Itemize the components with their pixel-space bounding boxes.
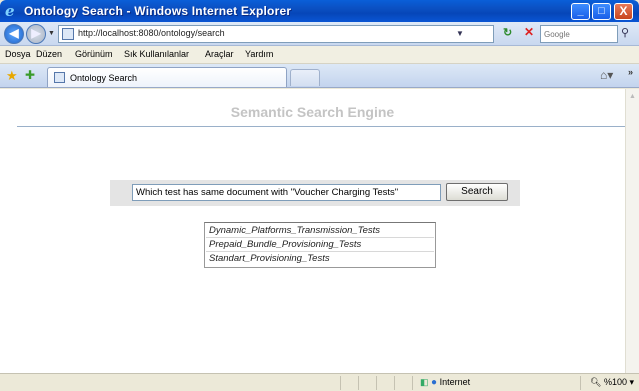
tab-label: Ontology Search xyxy=(70,73,138,83)
status-divider xyxy=(376,376,377,390)
window-title: Ontology Search - Windows Internet Explo… xyxy=(24,4,292,18)
search-icon[interactable]: ⚲ xyxy=(621,26,629,39)
query-input-value: Which test has same document with "Vouch… xyxy=(136,187,399,198)
menu-bar: Dosya Düzen Görünüm Sık Kullanılanlar Ar… xyxy=(0,46,639,64)
tab-bar: ★ ✚ Ontology Search ⌂▾ » xyxy=(0,64,639,88)
menu-tools[interactable]: Araçlar xyxy=(205,49,234,59)
query-input[interactable]: Which test has same document with "Vouch… xyxy=(132,184,441,201)
favorites-star-icon[interactable]: ★ xyxy=(6,68,18,84)
menu-file[interactable]: Dosya xyxy=(5,49,31,59)
stop-icon[interactable]: ✕ xyxy=(524,25,534,39)
address-toolbar: ◀ ▶ ▼ http://localhost:8080/ontology/sea… xyxy=(0,22,639,46)
zone-label: Internet xyxy=(439,377,471,387)
web-search-input[interactable] xyxy=(544,28,616,40)
toolbar-overflow-icon[interactable]: » xyxy=(628,67,633,77)
status-divider xyxy=(580,376,581,390)
page-favicon-icon xyxy=(62,28,74,40)
history-dropdown-icon[interactable]: ▼ xyxy=(48,30,55,37)
result-item[interactable]: Prepaid_Bundle_Provisioning_Tests xyxy=(206,238,434,252)
back-button[interactable]: ◀ xyxy=(4,24,24,44)
menu-view[interactable]: Görünüm xyxy=(75,49,113,59)
zoom-level: %100 xyxy=(603,377,627,387)
close-button[interactable]: X xyxy=(614,3,633,20)
window-titlebar[interactable]: e Ontology Search - Windows Internet Exp… xyxy=(0,0,639,22)
search-button[interactable]: Search xyxy=(446,183,508,201)
tab-ontology-search[interactable]: Ontology Search xyxy=(47,67,287,87)
menu-favorites[interactable]: Sık Kullanılanlar xyxy=(124,49,189,59)
address-dropdown-icon[interactable]: ▼ xyxy=(456,29,464,38)
refresh-icon[interactable]: ↻ xyxy=(503,26,512,39)
home-icon[interactable]: ⌂▾ xyxy=(600,68,613,82)
results-list: Dynamic_Platforms_Transmission_Tests Pre… xyxy=(204,222,436,268)
status-divider xyxy=(412,376,413,390)
status-divider xyxy=(340,376,341,390)
tab-favicon-icon xyxy=(54,72,65,83)
status-divider xyxy=(358,376,359,390)
globe-icon: ● xyxy=(431,377,438,388)
forward-button[interactable]: ▶ xyxy=(26,24,46,44)
scroll-up-icon[interactable]: ▲ xyxy=(629,93,636,100)
ie-logo-icon: e xyxy=(5,2,15,20)
menu-help[interactable]: Yardım xyxy=(245,49,273,59)
new-tab-button[interactable] xyxy=(290,69,320,86)
security-zone[interactable]: ◧ ● Internet xyxy=(420,377,470,388)
protected-mode-icon: ◧ xyxy=(420,377,429,387)
result-item[interactable]: Standart_Provisioning_Tests xyxy=(206,252,434,266)
page-title: Semantic Search Engine xyxy=(230,104,395,120)
status-bar: ◧ ● Internet 🔍︎ %100 ▾ xyxy=(0,373,639,391)
result-item[interactable]: Dynamic_Platforms_Transmission_Tests xyxy=(206,224,434,238)
maximize-button[interactable]: □ xyxy=(592,3,611,20)
title-divider xyxy=(17,126,625,127)
address-url[interactable]: http://localhost:8080/ontology/search xyxy=(78,28,225,38)
add-favorite-icon[interactable]: ✚ xyxy=(25,68,35,82)
minimize-button[interactable]: _ xyxy=(571,3,590,20)
zoom-icon: 🔍︎ xyxy=(590,377,602,387)
address-field[interactable]: http://localhost:8080/ontology/search ▼ xyxy=(58,25,494,43)
menu-edit[interactable]: Düzen xyxy=(36,49,62,59)
status-divider xyxy=(394,376,395,390)
zoom-control[interactable]: 🔍︎ %100 ▾ xyxy=(590,377,634,388)
web-search-box[interactable] xyxy=(540,25,618,43)
vertical-scrollbar[interactable]: ▲ xyxy=(625,89,639,373)
